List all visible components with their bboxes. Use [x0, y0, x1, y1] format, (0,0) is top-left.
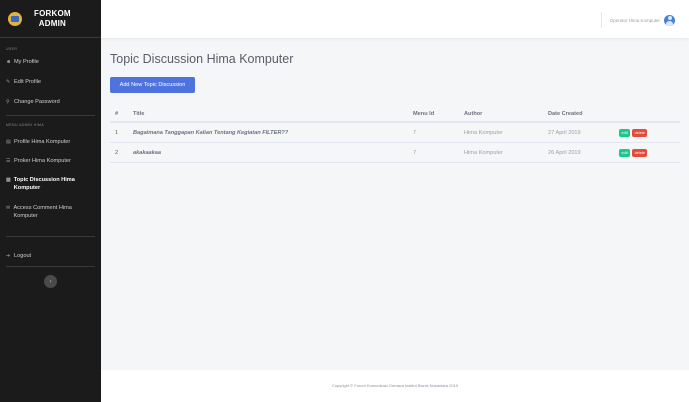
topbar: Operator Hima Komputer — [101, 0, 689, 38]
sidebar-toggle-button[interactable]: ‹ — [44, 275, 57, 288]
header-title: Title — [133, 110, 145, 117]
key-icon: ⚲ — [6, 99, 10, 105]
chevron-left-icon: ‹ — [49, 278, 52, 285]
row-title: akakaakaa — [133, 149, 161, 156]
sidebar-item-label: Edit Profile — [14, 79, 42, 85]
sidebar-item-label: Access Comment Hima Komputer — [13, 205, 72, 219]
sidebar-item-profile-hima[interactable]: ▤ Profile Hima Komputer — [0, 138, 76, 146]
sidebar-divider — [6, 115, 95, 116]
sidebar-item-my-profile[interactable]: ☻ My Profile — [0, 58, 45, 66]
header-date-created: Date Created — [548, 110, 583, 117]
table-header: # Title Menu Id Author Date Created — [110, 106, 680, 123]
edit-button[interactable]: edit — [619, 148, 631, 157]
brand-text: FORKOM ADMIN — [34, 9, 71, 29]
row-menu-id: 7 — [413, 129, 417, 136]
sidebar-item-change-password[interactable]: ⚲ Change Password — [0, 98, 66, 106]
logo-icon — [8, 11, 22, 26]
comment-icon: ✉ — [6, 205, 11, 211]
row-no: 2 — [115, 149, 119, 156]
topics-table: # Title Menu Id Author Date Created 1 Ba… — [110, 106, 680, 163]
user-dropdown[interactable]: Operator Hima Komputer — [600, 12, 675, 28]
file-icon: ▤ — [6, 139, 11, 145]
delete-button[interactable]: delete — [632, 128, 648, 137]
brand-line1: FORKOM — [34, 8, 71, 18]
table-row: 1 Bagaimana Tanggapan Kalian Tentang Keg… — [110, 123, 680, 143]
header-menu-id: Menu Id — [413, 110, 435, 117]
row-author: Hima Komputer — [464, 149, 503, 156]
sidebar: FORKOM ADMIN user ☻ My Profile ✎ Edit Pr… — [0, 0, 101, 402]
row-title: Bagaimana Tanggapan Kalian Tentang Kegia… — [133, 129, 289, 136]
edit-button[interactable]: edit — [619, 128, 631, 137]
header-no: # — [115, 110, 119, 117]
sidebar-heading-menu: menu admin hima — [6, 123, 45, 127]
sidebar-item-label: Change Password — [14, 99, 60, 105]
sidebar-item-topic-discussion[interactable]: ▩ Topic Discussion Hima Komputer — [0, 176, 95, 192]
avatar-icon — [664, 14, 675, 26]
sidebar-item-label: Proker Hima Komputer — [14, 158, 71, 164]
sidebar-heading-user: user — [6, 47, 18, 51]
row-no: 1 — [115, 129, 119, 136]
table-row: 2 akakaakaa 7 Hima Komputer 26 April 201… — [110, 143, 680, 163]
row-actions: edit delete — [619, 128, 648, 137]
topbar-divider — [600, 12, 602, 28]
brand-line2: ADMIN — [38, 18, 66, 28]
row-date: 27 April 2019 — [548, 129, 581, 136]
user-icon: ☻ — [6, 59, 12, 65]
row-actions: edit delete — [619, 148, 648, 157]
sidebar-item-label: Topic Discussion Hima Komputer — [13, 177, 75, 191]
logout-icon: ➜ — [6, 253, 11, 259]
sidebar-item-logout[interactable]: ➜ Logout — [0, 252, 37, 260]
sidebar-item-access-comment[interactable]: ✉ Access Comment Hima Komputer — [0, 204, 95, 220]
row-date: 26 April 2019 — [548, 149, 581, 156]
sidebar-item-label: My Profile — [14, 59, 39, 65]
comments-icon: ▩ — [6, 177, 11, 183]
sidebar-brand[interactable]: FORKOM ADMIN — [0, 0, 101, 38]
header-author: Author — [464, 110, 483, 117]
sidebar-item-proker-hima[interactable]: ☰ Proker Hima Komputer — [0, 157, 77, 165]
row-menu-id: 7 — [413, 149, 417, 156]
row-author: Hima Komputer — [464, 129, 503, 136]
copyright-text: Copyright © Forum Komunikasi Ormawa Inst… — [331, 383, 459, 388]
delete-button[interactable]: delete — [632, 148, 648, 157]
user-edit-icon: ✎ — [6, 79, 11, 85]
sidebar-item-edit-profile[interactable]: ✎ Edit Profile — [0, 78, 47, 86]
footer: Copyright © Forum Komunikasi Ormawa Inst… — [101, 370, 689, 402]
user-name: Operator Hima Komputer — [609, 17, 660, 23]
sidebar-divider — [6, 266, 95, 267]
sidebar-item-label: Profile Hima Komputer — [14, 139, 71, 145]
add-topic-button[interactable]: Add New Topic Discussion — [110, 77, 195, 93]
page-title: Topic Discussion Hima Komputer — [110, 52, 294, 66]
list-icon: ☰ — [6, 158, 11, 164]
sidebar-divider — [6, 236, 95, 237]
sidebar-item-label: Logout — [14, 253, 32, 259]
